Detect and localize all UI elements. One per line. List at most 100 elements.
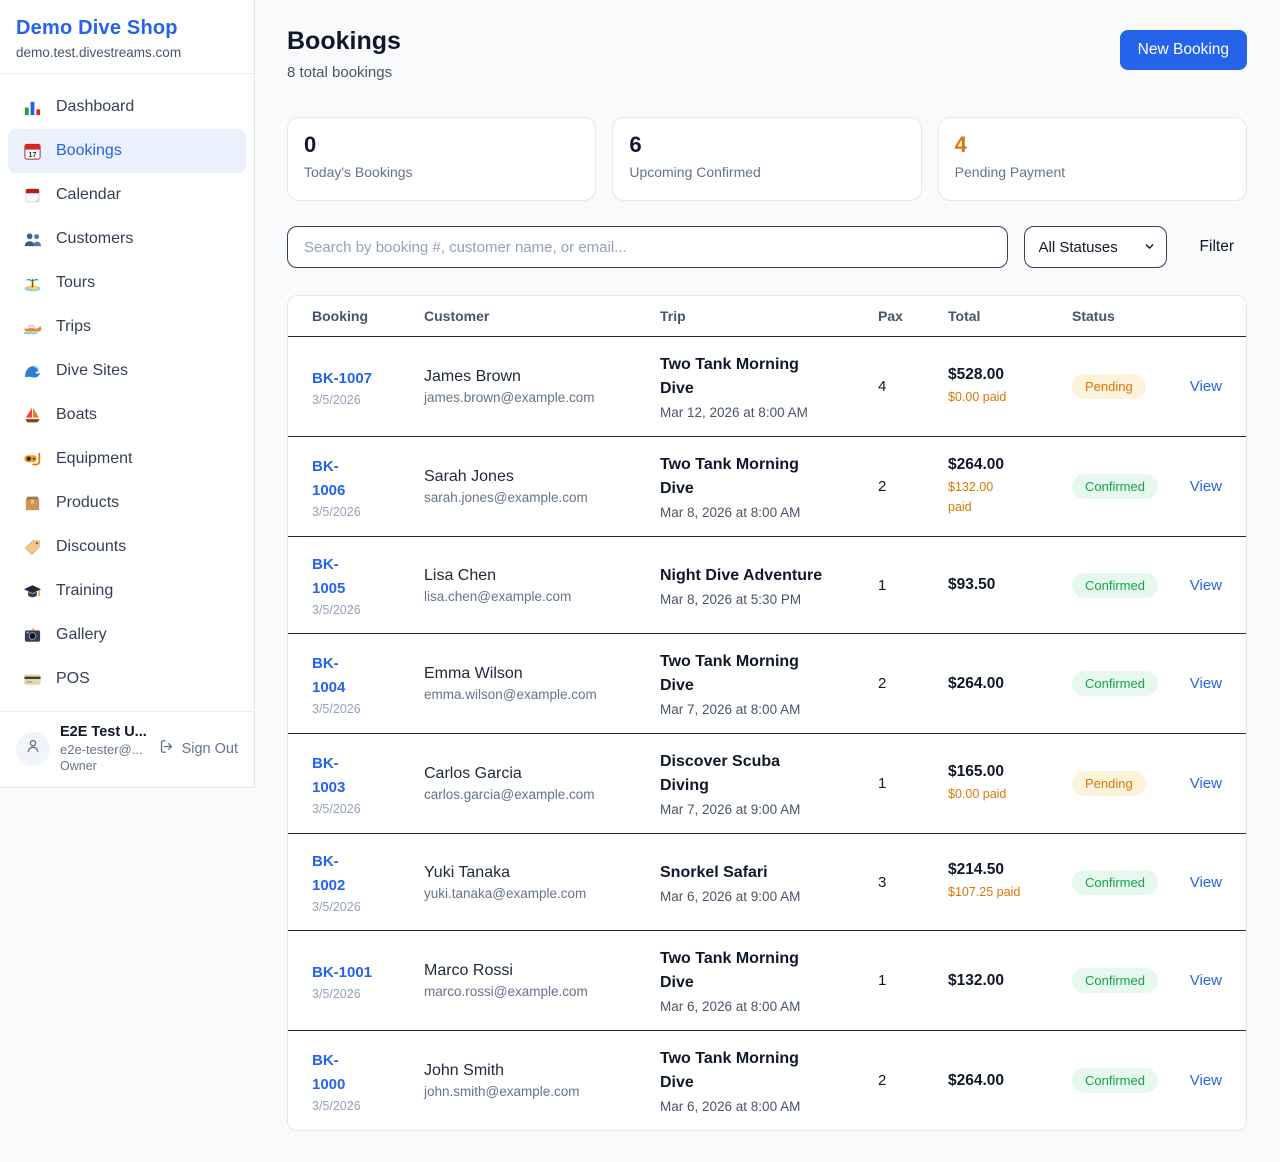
brand-name: Demo Dive Shop xyxy=(16,17,238,40)
customer-name: James Brown xyxy=(424,368,660,386)
customer-cell: Lisa Chen lisa.chen@example.com xyxy=(424,567,660,604)
booking-cell: BK- 1006 3/5/2026 xyxy=(312,455,424,519)
booking-date: 3/5/2026 xyxy=(312,802,424,816)
user-section: E2E Test U... e2e-tester@... Owner Sign … xyxy=(0,711,254,787)
total-cell: $528.00 $0.00 paid xyxy=(948,366,1072,407)
status-badge: Confirmed xyxy=(1072,870,1158,895)
sidebar-item-bookings[interactable]: 17 Bookings xyxy=(8,129,246,173)
filter-button[interactable]: Filter xyxy=(1200,238,1234,256)
view-link[interactable]: View xyxy=(1190,1072,1222,1089)
customer-name: Emma Wilson xyxy=(424,665,660,683)
total-cell: $264.00 xyxy=(948,1072,1072,1090)
customer-email: lisa.chen@example.com xyxy=(424,589,660,604)
sidebar-item-customers[interactable]: Customers xyxy=(8,217,246,261)
equipment-icon xyxy=(22,449,42,469)
total-amount: $264.00 xyxy=(948,456,1072,474)
booking-date: 3/5/2026 xyxy=(312,603,424,617)
customer-email: yuki.tanaka@example.com xyxy=(424,886,660,901)
total-amount: $165.00 xyxy=(948,763,1072,781)
avatar xyxy=(16,732,50,766)
sidebar-item-products[interactable]: Products xyxy=(8,481,246,525)
sidebar-item-boats[interactable]: Boats xyxy=(8,393,246,437)
booking-number-link[interactable]: BK- 1000 xyxy=(312,1049,424,1097)
sign-out-button[interactable]: Sign Out xyxy=(158,738,238,759)
sidebar-item-calendar[interactable]: Calendar xyxy=(8,173,246,217)
trip-cell: Two Tank Morning Dive Mar 6, 2026 at 8:0… xyxy=(660,1047,878,1114)
products-icon xyxy=(22,493,42,513)
tours-icon xyxy=(22,273,42,293)
customer-name: Yuki Tanaka xyxy=(424,864,660,882)
customer-email: james.brown@example.com xyxy=(424,390,660,405)
trip-cell: Discover Scuba Diving Mar 7, 2026 at 9:0… xyxy=(660,750,878,817)
gallery-icon xyxy=(22,625,42,645)
table-header-row: Booking Customer Trip Pax Total Status xyxy=(288,296,1246,337)
trip-cell: Two Tank Morning Dive Mar 8, 2026 at 8:0… xyxy=(660,453,878,520)
trips-icon xyxy=(22,317,42,337)
sidebar-item-trips[interactable]: Trips xyxy=(8,305,246,349)
sidebar-nav: Dashboard 17 Bookings Calendar Customers… xyxy=(0,74,254,711)
view-link[interactable]: View xyxy=(1190,972,1222,989)
sidebar-item-training[interactable]: Training xyxy=(8,569,246,613)
customer-email: marco.rossi@example.com xyxy=(424,984,660,999)
paid-amount: $107.25 paid xyxy=(948,883,1072,902)
trip-datetime: Mar 8, 2026 at 5:30 PM xyxy=(660,592,878,607)
booking-number-link[interactable]: BK-1001 xyxy=(312,961,424,985)
booking-number-link[interactable]: BK- 1006 xyxy=(312,455,424,503)
view-link[interactable]: View xyxy=(1190,675,1222,692)
page-header: Bookings 8 total bookings New Booking xyxy=(287,27,1247,81)
booking-number-link[interactable]: BK-1007 xyxy=(312,367,424,391)
booking-number-link[interactable]: BK- 1002 xyxy=(312,850,424,898)
table-row: BK- 1003 3/5/2026 Carlos Garcia carlos.g… xyxy=(288,734,1246,834)
trip-cell: Snorkel Safari Mar 6, 2026 at 9:00 AM xyxy=(660,861,878,904)
view-link[interactable]: View xyxy=(1190,775,1222,792)
view-link[interactable]: View xyxy=(1190,874,1222,891)
sidebar-item-label: Gallery xyxy=(56,623,107,647)
sidebar-item-dashboard[interactable]: Dashboard xyxy=(8,85,246,129)
table-row: BK- 1002 3/5/2026 Yuki Tanaka yuki.tanak… xyxy=(288,834,1246,931)
user-meta: E2E Test U... e2e-tester@... Owner xyxy=(60,724,148,773)
table-body: BK-1007 3/5/2026 James Brown james.brown… xyxy=(288,337,1246,1130)
status-cell: Confirmed xyxy=(1072,1068,1182,1093)
customer-name: John Smith xyxy=(424,1062,660,1080)
status-badge: Confirmed xyxy=(1072,1068,1158,1093)
sidebar-item-label: Training xyxy=(56,579,113,603)
stat-card-todays-bookings: 0 Today's Bookings xyxy=(287,117,596,201)
sidebar-item-discounts[interactable]: Discounts xyxy=(8,525,246,569)
total-amount: $93.50 xyxy=(948,576,1072,594)
view-link[interactable]: View xyxy=(1190,577,1222,594)
pax-value: 2 xyxy=(878,478,948,495)
pax-value: 2 xyxy=(878,1072,948,1089)
booking-number-link[interactable]: BK- 1004 xyxy=(312,652,424,700)
trip-datetime: Mar 12, 2026 at 8:00 AM xyxy=(660,405,878,420)
status-badge: Pending xyxy=(1072,771,1146,796)
sidebar-item-equipment[interactable]: Equipment xyxy=(8,437,246,481)
sidebar-item-gallery[interactable]: Gallery xyxy=(8,613,246,657)
total-amount: $214.50 xyxy=(948,861,1072,879)
status-cell: Confirmed xyxy=(1072,968,1182,993)
sidebar-item-dive-sites[interactable]: Dive Sites xyxy=(8,349,246,393)
total-cell: $93.50 xyxy=(948,576,1072,594)
status-cell: Confirmed xyxy=(1072,671,1182,696)
status-cell: Confirmed xyxy=(1072,474,1182,499)
sidebar-item-pos[interactable]: POS xyxy=(8,657,246,701)
svg-text:17: 17 xyxy=(28,151,36,159)
customer-cell: Marco Rossi marco.rossi@example.com xyxy=(424,962,660,999)
customer-email: carlos.garcia@example.com xyxy=(424,787,660,802)
paid-amount: $132.00 paid xyxy=(948,478,1072,517)
main-content: Bookings 8 total bookings New Booking 0 … xyxy=(255,0,1280,1161)
user-role: Owner xyxy=(60,759,148,773)
trip-cell: Two Tank Morning Dive Mar 6, 2026 at 8:0… xyxy=(660,947,878,1014)
view-link[interactable]: View xyxy=(1190,478,1222,495)
sidebar-item-tours[interactable]: Tours xyxy=(8,261,246,305)
new-booking-button[interactable]: New Booking xyxy=(1120,30,1247,70)
stat-value: 0 xyxy=(304,132,579,158)
search-input[interactable] xyxy=(287,226,1008,268)
status-badge: Confirmed xyxy=(1072,968,1158,993)
person-icon xyxy=(23,736,43,761)
sign-out-icon xyxy=(158,738,175,759)
view-link[interactable]: View xyxy=(1190,378,1222,395)
booking-number-link[interactable]: BK- 1005 xyxy=(312,553,424,601)
booking-number-link[interactable]: BK- 1003 xyxy=(312,752,424,800)
status-select[interactable]: All Statuses xyxy=(1024,226,1167,268)
booking-date: 3/5/2026 xyxy=(312,393,424,407)
